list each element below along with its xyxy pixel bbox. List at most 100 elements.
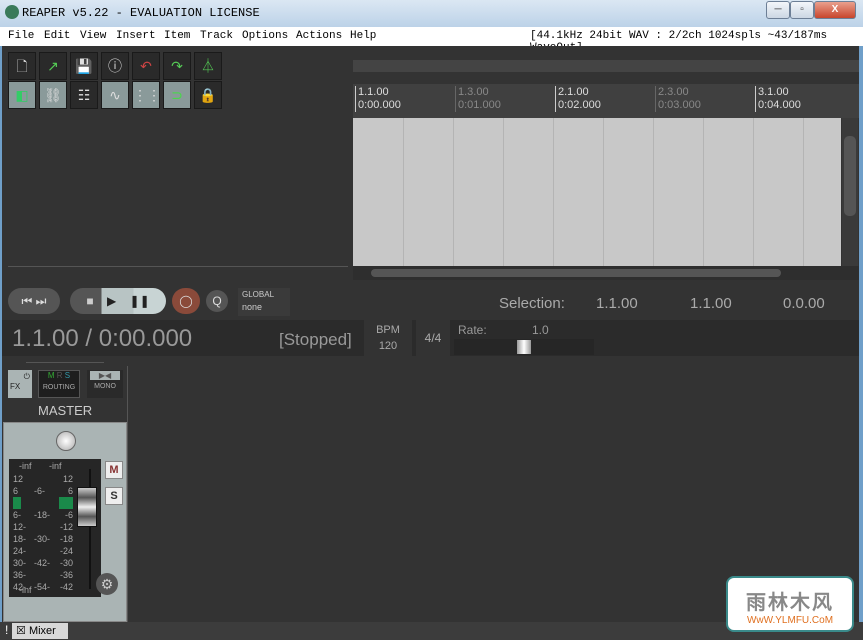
save-project-icon[interactable]: 💾 [70,52,98,80]
grid-line [453,118,454,266]
master-strip: -inf -inf 12 6 0 6- 12- 18- 24- 30- 36- 42- -6- -1… [3,422,127,622]
prev-next-buttons[interactable]: ⏮ ⏭ [8,288,60,314]
menu-help[interactable]: Help [350,30,376,42]
maximize-button[interactable]: ▫ [790,1,814,19]
menu-edit[interactable]: Edit [44,30,70,42]
metronome-icon[interactable]: ⏃ [194,52,222,80]
meter-scale-left: 12 6 0 6- 12- 18- 24- 30- 36- 42- [13,474,27,592]
volume-fader[interactable] [77,487,97,527]
grid-icon[interactable]: ⋮⋮ [132,81,161,109]
horizontal-scrollbar[interactable] [353,266,859,280]
ruler-bar: 1.1.00 [358,86,389,98]
project-info-icon[interactable]: ⓘ [101,52,129,80]
mixer-tab-label: Mixer [28,625,56,637]
pan-knob[interactable] [56,431,76,451]
vertical-scrollbar[interactable] [842,118,858,266]
menu-file[interactable]: File [8,30,34,42]
rate-label: Rate: [458,323,487,337]
rate-slider[interactable] [454,339,594,355]
repeat-button[interactable]: Q [206,290,228,312]
scroll-thumb[interactable] [371,269,781,277]
record-button[interactable]: ◯ [172,288,200,314]
redo-icon[interactable]: ↷ [163,52,191,80]
ruler-time: 0:03.000 [658,99,701,111]
undo-icon[interactable]: ↶ [132,52,160,80]
bpm-box[interactable]: BPM 120 [364,320,412,356]
stop-play-pause: ■ ▶ ❚❚ [70,288,166,314]
level-meter: -inf -inf 12 6 0 6- 12- 18- 24- 30- 36- 42- -6- -1… [9,459,101,597]
ruler-bar: 3.1.00 [758,86,789,98]
menu-actions[interactable]: Actions [296,30,342,42]
grid-snap-icon[interactable]: ☷ [70,81,98,109]
mute-button[interactable]: M [105,461,123,479]
scroll-thumb[interactable] [844,136,856,216]
timeline-ruler[interactable]: 1.1.00 0:00.000 1.3.00 0:01.000 2.1.00 0:02… [353,84,859,118]
new-project-icon[interactable]: 🗋 [8,52,36,80]
menu-view[interactable]: View [80,30,106,42]
play-button[interactable]: ▶ [107,294,116,308]
menu-bar: File Edit View Insert Item Track Options… [0,27,863,54]
strip-divider [127,366,128,622]
ruler-mark: 3.1.00 0:04.000 [755,86,801,112]
close-button[interactable]: X [814,1,856,19]
peak-left: -inf [19,461,32,471]
window-title: REAPER v5.22 - EVALUATION LICENSE [22,6,260,20]
mono-button[interactable]: ▶◀ MONO [87,370,123,398]
stop-button[interactable]: ■ [86,294,93,308]
fx-button[interactable]: ⏻ FX [8,370,32,398]
ruler-bar: 2.3.00 [658,86,689,98]
solo-button[interactable]: S [105,487,123,505]
selection-length[interactable]: 0.0.00 [783,295,825,312]
ruler-mark: 1.1.00 0:00.000 [355,86,401,112]
time-signature[interactable]: 4/4 [416,320,450,356]
power-icon[interactable]: ⏻ [10,372,30,382]
ruler-bar: 2.1.00 [558,86,589,98]
warning-icon[interactable]: ! [5,623,8,637]
meter-scale-mid: -6- -18- -30- -42- -54- [34,486,51,592]
master-label: MASTER [38,403,93,418]
grid-line [803,118,804,266]
settings-gear-icon[interactable]: ⚙ [96,573,118,595]
menu-item[interactable]: Item [164,30,190,42]
routing-label: ROUTING [42,384,76,391]
title-bar: REAPER v5.22 - EVALUATION LICENSE ─ ▫ X [0,0,863,27]
divider [8,266,348,267]
ruler-time: 0:02.000 [558,99,601,111]
position-display[interactable]: 1.1.00 / 0:00.000 [12,325,192,353]
main-toolbar: 🗋 ↗ 💾 ⓘ ↶ ↷ ⏃ ◧ ⛓ ☷ ∿ ⋮⋮ ⊃ 🔒 [8,52,224,109]
envelope-lock-icon[interactable]: ∿ [101,81,129,109]
arrange-view[interactable] [353,118,841,266]
mixer-tab[interactable]: ☒ Mixer [12,623,68,639]
rate-slider-handle[interactable] [517,340,531,354]
peak-right: -inf [49,461,62,471]
fx-label: FX [10,382,21,391]
close-tab-icon[interactable]: ☒ [16,625,26,637]
menu-options[interactable]: Options [242,30,288,42]
auto-crossfade-icon[interactable]: ◧ [8,81,36,109]
open-project-icon[interactable]: ↗ [39,52,67,80]
ripple-edit-icon[interactable]: ⛓ [39,81,67,109]
bpm-label: BPM [376,324,400,336]
menu-insert[interactable]: Insert [116,30,156,42]
ruler-mark: 2.1.00 0:02.000 [555,86,601,112]
minimize-button[interactable]: ─ [766,1,790,19]
mono-icon: ▶◀ [90,371,120,380]
meter-scale-right: 12 6 0 -6 -12 -18 -24 -30 -36 -42 [59,474,73,592]
automation-mode[interactable]: none [242,302,286,312]
grid-line [753,118,754,266]
loop-icon[interactable]: ⊃ [163,81,191,109]
ruler-time: 0:01.000 [458,99,501,111]
selection-label: Selection: [499,295,565,312]
selection-start[interactable]: 1.1.00 [596,295,638,312]
lock-icon[interactable]: 🔒 [194,81,222,109]
global-automation[interactable]: GLOBAL none [238,288,290,316]
menu-track[interactable]: Track [200,30,233,42]
grid-line [553,118,554,266]
time-selection-bar[interactable] [353,60,859,72]
routing-button[interactable]: M R S ROUTING [38,370,80,398]
grid-line [403,118,404,266]
bpm-value[interactable]: 120 [364,340,412,352]
pause-button[interactable]: ❚❚ [130,294,150,308]
reaper-logo-icon [5,5,19,19]
selection-end[interactable]: 1.1.00 [690,295,732,312]
